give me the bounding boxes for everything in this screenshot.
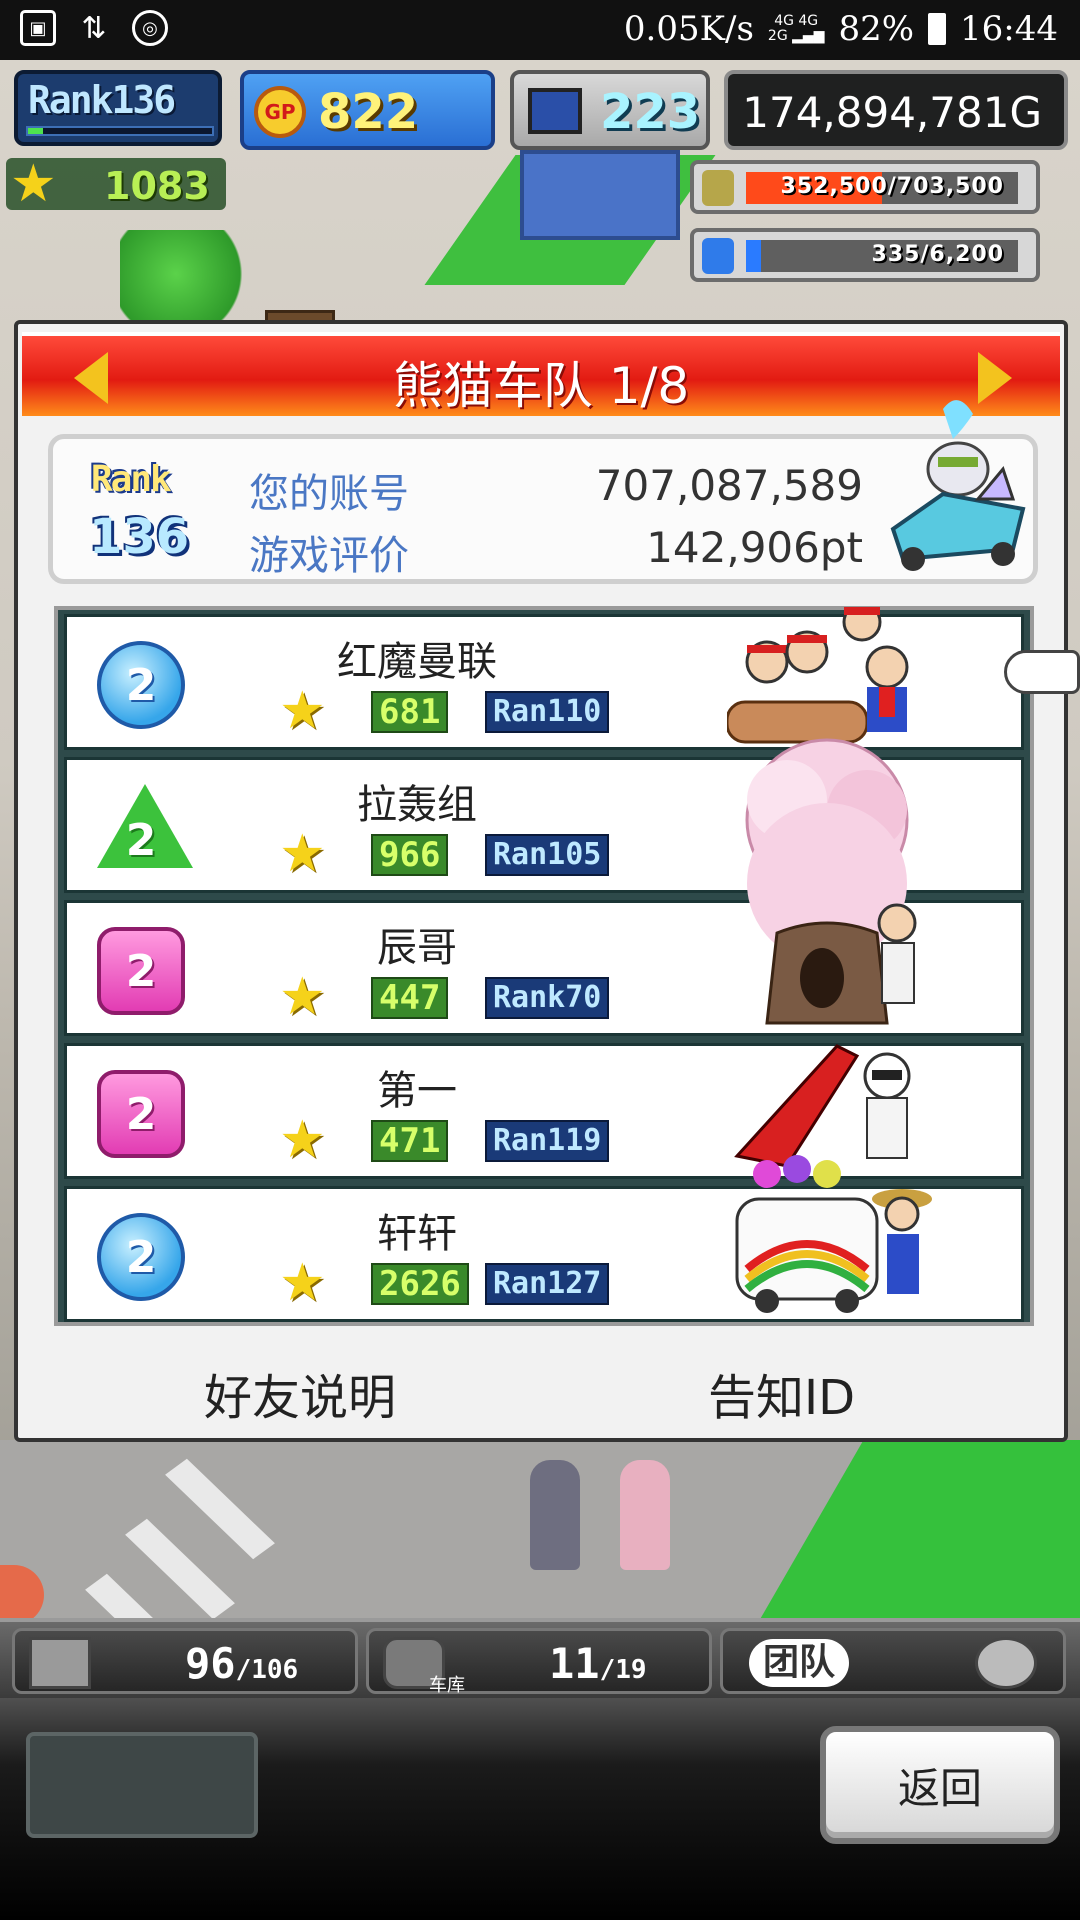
next-arrow-icon[interactable]	[978, 352, 1012, 404]
garage-label: 车库	[429, 1675, 465, 1696]
friend-row[interactable]: 2 辰哥 ★ 447 Rank70	[64, 803, 1024, 1036]
clock: 16:44	[960, 9, 1058, 49]
bottom-status-hud: 96/106 车库 11/19 团队	[0, 1618, 1080, 1698]
network-speed: 0.05K/s	[623, 9, 754, 49]
signal-icon: 4G 4G 2G ▂▄▆	[767, 13, 825, 44]
money-value: 174,894,781G	[742, 88, 1042, 137]
badge-square-icon: 2	[97, 927, 185, 1015]
sync-icon: ◎	[132, 10, 168, 46]
account-rank-value: 136	[89, 509, 190, 565]
stars-value: 1083	[104, 164, 210, 208]
friend-rank: Ran110	[485, 691, 610, 733]
badge-square-icon: 2	[97, 1070, 185, 1158]
bottom-bar: 返回	[0, 1698, 1080, 1920]
money-box[interactable]: 174,894,781G	[724, 70, 1068, 150]
friend-stars: 2626	[371, 1263, 469, 1305]
gallery-icon: ▣	[20, 10, 56, 46]
star-icon: ★	[279, 967, 326, 1027]
rating-value: 142,906pt	[646, 523, 863, 572]
bottle-icon	[702, 238, 734, 274]
team-member-icon	[975, 1637, 1037, 1689]
resource-text: 352,500/703,500	[780, 174, 1004, 199]
friend-list: 2 红魔曼联 ★ 681 Ran110 2 拉轰组 ★ 966 Ran105 2…	[54, 606, 1034, 1326]
resource-text: 335/6,200	[871, 242, 1004, 267]
star-icon: ★	[10, 154, 57, 214]
star-icon: ★	[279, 824, 326, 884]
badge-circle-icon: 2	[97, 641, 185, 729]
badge-circle-icon: 2	[97, 1213, 185, 1301]
team-slot[interactable]: 团队	[720, 1628, 1066, 1694]
friend-stars: 681	[371, 691, 449, 733]
friend-stars: 966	[371, 834, 449, 876]
back-button[interactable]: 返回	[820, 1726, 1060, 1844]
gp-coin-icon: GP	[254, 86, 306, 138]
gp-value: 822	[318, 84, 419, 140]
team-label: 团队	[749, 1639, 850, 1687]
star-icon: ★	[279, 1110, 326, 1170]
friend-stars: 471	[371, 1120, 449, 1162]
friend-stars: 447	[371, 977, 449, 1019]
resource-bar-fuel[interactable]: 335/6,200	[690, 228, 1040, 282]
notify-id-button[interactable]: 告知ID	[708, 1358, 855, 1428]
battery-icon	[928, 13, 947, 45]
building	[520, 150, 680, 240]
player-rank-box[interactable]: Rank136	[14, 70, 222, 146]
crate-count: 96/106	[185, 1639, 299, 1688]
friend-name: 轩轩	[377, 1211, 457, 1257]
friend-team-dialog: 熊猫车队 1/8 Rank 136 您的账号 707,087,589 游戏评价 …	[14, 320, 1068, 1442]
gp-box[interactable]: GP 822	[240, 70, 495, 150]
race-car-driver-art	[734, 1044, 911, 1168]
friend-row[interactable]: 2 轩轩 ★ 2626 Ran127	[64, 1155, 1024, 1322]
pc-value: 223	[600, 84, 701, 140]
garage-slot[interactable]: 车库 11/19	[366, 1628, 712, 1696]
pedestrian-sprite	[530, 1460, 580, 1570]
friend-rank: Ran127	[485, 1263, 610, 1305]
battery-percent: 82%	[838, 9, 915, 49]
data-transfer-icon: ⇅	[81, 10, 107, 46]
friend-rank: Ran105	[485, 834, 610, 876]
account-rank-label: Rank	[91, 459, 172, 500]
crate-icon	[29, 1637, 91, 1689]
friend-row[interactable]: 2 红魔曼联 ★ 681 Ran110	[64, 607, 1024, 750]
dialog-footer: 好友说明 告知ID	[18, 1350, 1064, 1430]
go-kart-icon	[890, 400, 1026, 571]
friend-name: 拉轰组	[357, 782, 477, 828]
resource-bar-coins[interactable]: 352,500/703,500	[690, 160, 1040, 214]
friend-name: 辰哥	[377, 925, 457, 971]
pedestrian-sprite	[620, 1460, 670, 1570]
rating-label: 游戏评价	[249, 533, 409, 579]
friend-rank: Ran119	[485, 1120, 610, 1162]
friend-help-button[interactable]: 好友说明	[204, 1358, 396, 1428]
player-rank-label: Rank136	[28, 78, 176, 122]
pointing-hand-icon	[1004, 650, 1080, 694]
account-value: 707,087,589	[595, 461, 863, 510]
rank-progress-bar	[26, 126, 214, 136]
friend-name: 红魔曼联	[337, 639, 497, 685]
friend-row[interactable]: 2 第一 ★ 471 Ran119	[64, 1043, 1024, 1179]
account-panel: Rank 136 您的账号 707,087,589 游戏评价 142,906pt	[48, 400, 1038, 584]
coin-stack-icon	[702, 170, 734, 206]
friend-name: 第一	[377, 1068, 457, 1114]
crate-slot[interactable]: 96/106	[12, 1628, 358, 1694]
pc-box[interactable]: 223	[510, 70, 710, 150]
empty-slot[interactable]	[26, 1732, 258, 1838]
flower-van-art	[735, 1155, 932, 1313]
star-icon: ★	[279, 681, 326, 741]
badge-triangle-icon: 2	[97, 784, 193, 872]
garage-count: 11/19	[549, 1639, 647, 1688]
account-label: 您的账号	[249, 471, 409, 517]
friend-rank: Rank70	[485, 977, 610, 1019]
team-crew-art	[727, 607, 909, 744]
star-icon: ★	[279, 1253, 326, 1313]
status-bar: ▣ ⇅ ◎ 0.05K/s 4G 4G 2G ▂▄▆ 82% 16:44	[0, 0, 1080, 60]
stars-counter: ★ 1083	[6, 158, 226, 210]
tree-trunk-art	[747, 803, 917, 1025]
computer-icon	[528, 88, 582, 134]
